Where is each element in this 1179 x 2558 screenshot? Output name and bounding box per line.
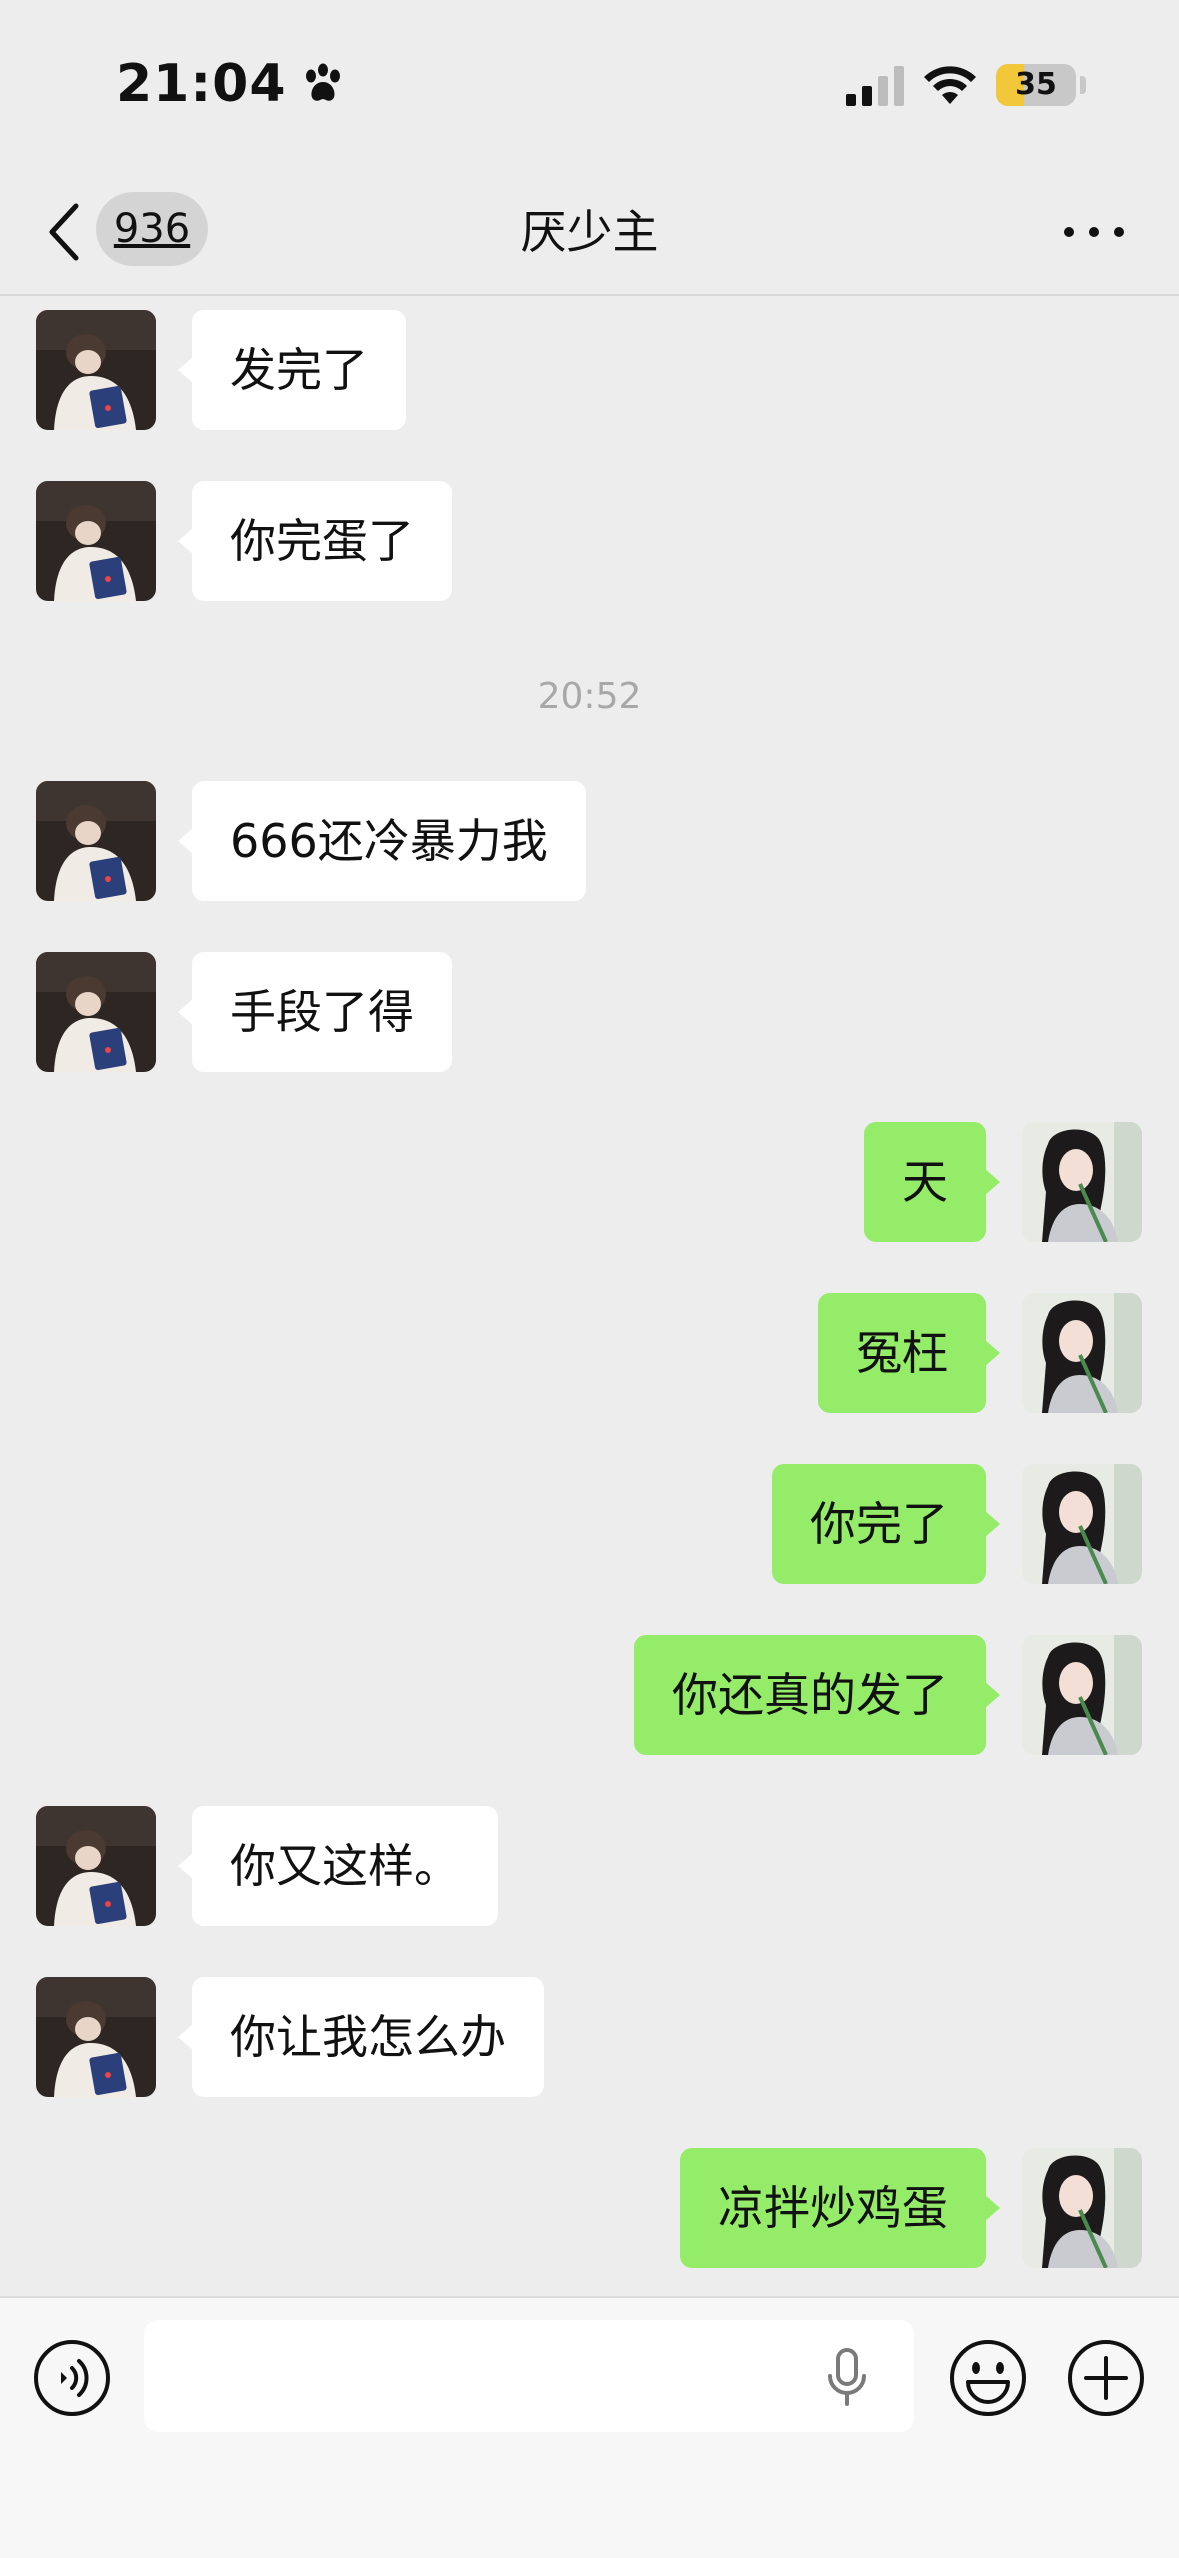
message-bubble-incoming[interactable]: 你让我怎么办 (178, 1977, 544, 2097)
status-bar: 21:04 35 (0, 0, 1179, 170)
message-bubble-incoming[interactable]: 发完了 (178, 310, 406, 430)
battery-indicator: 35 (996, 64, 1076, 106)
message-bubble-incoming[interactable]: 你又这样。 (178, 1806, 498, 1926)
message-input[interactable] (144, 2320, 914, 2432)
contact-avatar[interactable] (36, 1806, 156, 1926)
emoji-icon[interactable] (948, 2338, 1028, 2418)
my-avatar-image (1022, 1464, 1142, 1584)
status-time-text: 21:04 (116, 54, 287, 114)
dot (1064, 227, 1074, 237)
contact-avatar-image (36, 781, 156, 901)
dot (1114, 227, 1124, 237)
input-bar (0, 2296, 1179, 2558)
wifi-icon (924, 66, 976, 104)
cellular-signal-icon (846, 66, 904, 106)
battery-level: 35 (1015, 67, 1057, 102)
contact-avatar[interactable] (36, 1977, 156, 2097)
contact-avatar-image (36, 952, 156, 1072)
contact-avatar[interactable] (36, 310, 156, 430)
contact-avatar[interactable] (36, 781, 156, 901)
my-avatar-image (1022, 1635, 1142, 1755)
chat-header: 936 厌少主 (0, 170, 1179, 296)
plus-circle-icon[interactable] (1066, 2338, 1146, 2418)
contact-avatar-image (36, 1977, 156, 2097)
my-avatar-image (1022, 2148, 1142, 2268)
unread-count-badge[interactable]: 936 (96, 192, 208, 266)
dot (1089, 227, 1099, 237)
message-bubble-outgoing[interactable]: 凉拌炒鸡蛋 (680, 2148, 1000, 2268)
contact-avatar-image (36, 1806, 156, 1926)
message-bubble-incoming[interactable]: 666还冷暴力我 (178, 781, 586, 901)
contact-avatar[interactable] (36, 952, 156, 1072)
voice-mode-icon[interactable] (32, 2338, 112, 2418)
message-bubble-outgoing[interactable]: 你完了 (772, 1464, 1000, 1584)
contact-avatar[interactable] (36, 481, 156, 601)
my-avatar-image (1022, 1293, 1142, 1413)
message-bubble-outgoing[interactable]: 天 (864, 1122, 1000, 1242)
my-avatar[interactable] (1022, 1293, 1142, 1413)
message-bubble-outgoing[interactable]: 你还真的发了 (634, 1635, 1000, 1755)
battery-cap (1080, 76, 1086, 94)
contact-avatar-image (36, 310, 156, 430)
my-avatar[interactable] (1022, 1464, 1142, 1584)
message-timestamp: 20:52 (537, 676, 642, 717)
microphone-icon[interactable] (822, 2348, 872, 2408)
contact-avatar-image (36, 481, 156, 601)
my-avatar[interactable] (1022, 1635, 1142, 1755)
message-bubble-outgoing[interactable]: 冤枉 (818, 1293, 1000, 1413)
my-avatar[interactable] (1022, 1122, 1142, 1242)
paw-icon (305, 63, 340, 101)
message-bubble-incoming[interactable]: 你完蛋了 (178, 481, 452, 601)
chevron-left-icon[interactable] (44, 200, 84, 264)
message-list[interactable]: 发完了 你完蛋了 20:52 666还冷暴力我 手段了得 天 冤枉 你完了 你还… (0, 296, 1179, 2296)
more-dots-icon[interactable] (1064, 214, 1124, 250)
status-time: 21:04 (116, 54, 345, 114)
my-avatar-image (1022, 1122, 1142, 1242)
my-avatar[interactable] (1022, 2148, 1142, 2268)
message-bubble-incoming[interactable]: 手段了得 (178, 952, 452, 1072)
